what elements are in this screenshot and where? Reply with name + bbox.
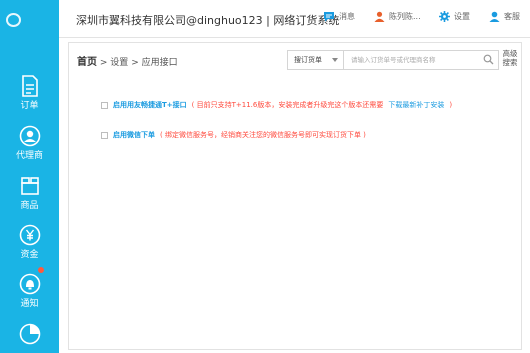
option-wechat-order: 启用微信下单 ( 绑定微信服务号，经销商关注您的微信服务号即可实现订货下单 ) (101, 130, 366, 140)
breadcrumb-settings[interactable]: 设置 (110, 58, 128, 68)
sidebar-item-reports[interactable] (0, 322, 59, 346)
sidebar-item-label: 资金 (20, 250, 39, 260)
tplus-checkbox[interactable] (101, 101, 108, 109)
advanced-search-link[interactable]: 高级搜索 (501, 49, 519, 67)
gear-icon (439, 11, 450, 22)
sidebar-item-orders[interactable]: 订单 (0, 74, 59, 111)
sidebar-item-label: 通知 (20, 299, 39, 309)
caret-down-icon (332, 58, 338, 62)
top-header: 深圳市翼科技有限公司@dinghuo123 | 网络订货系统 消息 陈列陈...… (59, 0, 530, 38)
user-name: 陈列陈... (389, 12, 421, 21)
option-tplus-interface: 启用用友畅捷通T+接口 ( 目前只支持T+11.6版本，安装完成者升级完这个版本… (101, 100, 452, 110)
document-icon (18, 74, 42, 98)
user-icon (18, 124, 42, 148)
option-note: ( 目前只支持T+11.6版本，安装完成者升级完这个版本还需要 (191, 101, 384, 109)
sidebar-item-products[interactable]: 商品 (0, 174, 59, 211)
search-bar: 搜订货单 (287, 50, 499, 70)
user-menu[interactable]: 陈列陈... (374, 11, 421, 22)
option-label: 启用微信下单 (113, 131, 155, 139)
search-input[interactable] (345, 51, 478, 69)
search-type-value: 搜订货单 (294, 56, 322, 64)
content-panel: 首页 > 设置 > 应用接口 搜订货单 高级搜索 启用用友畅捷通T+接口 ( 目… (68, 42, 522, 350)
box-icon (18, 174, 42, 198)
settings-button[interactable]: 设置 (439, 11, 470, 22)
sidebar-item-label: 代理商 (15, 151, 43, 161)
headset-icon (489, 11, 500, 22)
sidebar-item-agents[interactable]: 代理商 (0, 124, 59, 161)
logo-mark-icon (6, 13, 21, 27)
breadcrumb: 首页 > 设置 > 应用接口 (77, 53, 178, 68)
breadcrumb-home[interactable]: 首页 (77, 57, 97, 68)
yuan-icon (18, 223, 42, 247)
search-icon[interactable] (483, 54, 494, 65)
breadcrumb-separator: > (131, 58, 139, 68)
sidebar-item-label: 订单 (20, 101, 39, 111)
messages-label: 消息 (339, 12, 355, 21)
search-type-select[interactable]: 搜订货单 (288, 51, 344, 69)
sidebar-item-funds[interactable]: 资金 (0, 223, 59, 260)
breadcrumb-separator: > (99, 58, 108, 68)
patch-download-link[interactable]: 下载最新补丁安装 (388, 100, 444, 110)
user-icon (374, 11, 385, 22)
company-title: 深圳市翼科技有限公司@dinghuo123 | 网络订货系统 (76, 14, 340, 27)
message-icon (324, 12, 334, 22)
sidebar-item-label: 商品 (20, 201, 39, 211)
app-logo[interactable] (6, 12, 52, 28)
sidebar-item-notices[interactable]: 通知 (0, 272, 59, 309)
option-note: ( 绑定微信服务号，经销商关注您的微信服务号即可实现订货下单 ) (160, 131, 366, 139)
option-note-end: ) (449, 101, 453, 109)
settings-label: 设置 (454, 12, 470, 21)
pie-chart-icon (18, 322, 42, 346)
bell-icon (18, 272, 42, 296)
wechat-checkbox[interactable] (101, 131, 108, 139)
breadcrumb-current: 应用接口 (141, 58, 178, 68)
messages-button[interactable]: 消息 (323, 11, 355, 22)
sidebar: 订单 代理商 商品 资金 通知 (0, 0, 59, 353)
option-label: 启用用友畅捷通T+接口 (113, 101, 187, 109)
help-label: 客服 (504, 12, 520, 21)
help-button[interactable]: 客服 (489, 11, 520, 22)
